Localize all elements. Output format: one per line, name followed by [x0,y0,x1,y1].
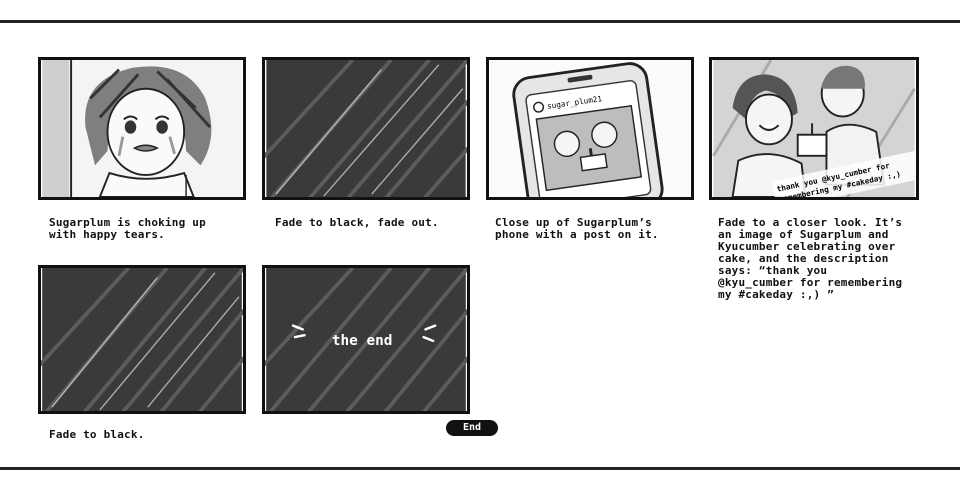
storyboard-panel-5[interactable] [38,265,246,414]
phone-closeup-sketch: sugar_plum21 [490,60,690,197]
bottom-divider [0,467,960,470]
caption-panel-4: Fade to a closer look. It’s an image of … [718,216,903,301]
the-end-text: the end [332,333,393,349]
top-divider [0,20,960,23]
caption-panel-5: Fade to black. [49,428,145,441]
storyboard-panel-6[interactable]: the end [262,265,470,414]
storyboard-panel-1[interactable] [38,57,246,200]
black-fade-frame [41,268,243,411]
cake-photo-closeup-sketch: thank you @kyu_cumber for remembering my… [712,60,916,197]
caption-panel-2: Fade to black, fade out. [275,216,439,229]
crying-character-sketch [42,60,242,197]
end-label: End [446,420,498,436]
black-fade-frame [265,60,467,197]
caption-panel-3: Close up of Sugarplum’s phone with a pos… [495,216,659,241]
storyboard-panel-3[interactable]: sugar_plum21 [486,57,694,200]
storyboard-panel-2[interactable] [262,57,470,200]
the-end-frame: the end [265,268,467,411]
caption-panel-1: Sugarplum is choking up with happy tears… [49,216,206,241]
storyboard-panel-4[interactable]: thank you @kyu_cumber for remembering my… [709,57,919,200]
